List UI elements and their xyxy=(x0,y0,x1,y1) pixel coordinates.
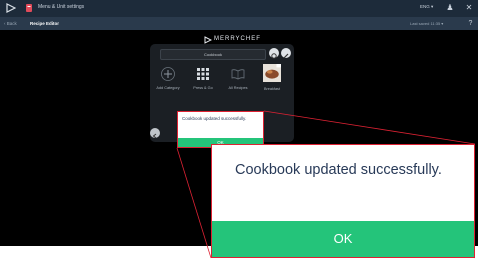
previous-button[interactable] xyxy=(150,128,160,139)
merrychef-logo-icon[interactable] xyxy=(6,3,16,13)
zoomed-success-dialog: Cookbook updated successfully. OK xyxy=(211,144,475,258)
page-title: Recipe Editor xyxy=(30,20,60,26)
zoomed-ok-button[interactable]: OK xyxy=(212,221,474,257)
grid-icon xyxy=(197,68,209,80)
arrow-left-icon xyxy=(152,133,157,139)
food-photo-icon xyxy=(263,64,281,82)
last-saved-menu[interactable]: Last saved 11:35 ▾ xyxy=(410,21,443,26)
success-dialog: Cookbook updated successfully. OK xyxy=(177,111,264,148)
pencil-icon xyxy=(283,53,289,59)
book-icon xyxy=(231,69,245,80)
close-icon[interactable]: ✕ xyxy=(464,3,474,13)
nav-bar: ‹ Back Recipe Editor Last saved 11:35 ▾ … xyxy=(0,17,478,30)
zoomed-dialog-message: Cookbook updated successfully. xyxy=(235,162,442,178)
settings-button[interactable] xyxy=(269,48,279,59)
merrychef-logo-icon xyxy=(204,36,212,44)
window-title: Menu & Unit settings xyxy=(38,4,85,10)
plus-icon xyxy=(161,67,175,81)
help-icon[interactable]: ? xyxy=(466,19,475,28)
language-selector[interactable]: ENG ▾ xyxy=(420,4,433,10)
brand-name: MERRYCHEF xyxy=(214,36,261,42)
edit-button[interactable] xyxy=(281,48,291,59)
user-icon[interactable]: ♟ xyxy=(445,3,455,13)
title-bar: Menu & Unit settings ENG ▾ ♟ ✕ xyxy=(0,0,478,17)
back-link[interactable]: ‹ Back xyxy=(4,21,17,26)
dialog-message: Cookbook updated successfully. xyxy=(182,116,247,121)
app-icon xyxy=(26,4,32,12)
cookbook-name-field[interactable]: Cookbook xyxy=(160,49,266,60)
gear-icon xyxy=(271,53,277,59)
tile-label: Breakfast xyxy=(263,87,281,91)
